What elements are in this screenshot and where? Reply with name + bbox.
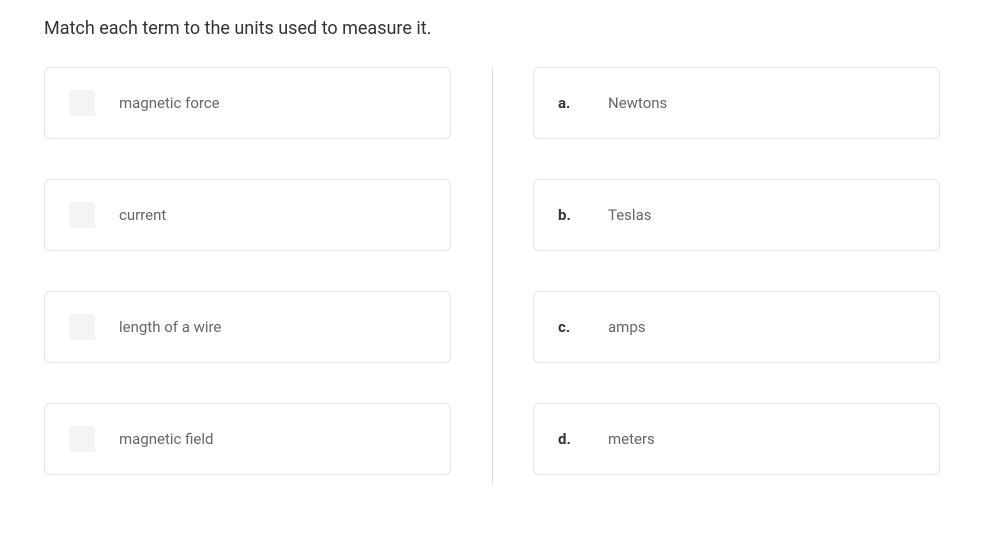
term-dropzone[interactable] xyxy=(69,90,95,116)
answers-column: a. Newtons b. Teslas c. amps d. meters xyxy=(533,67,940,475)
answer-text: Teslas xyxy=(608,206,651,224)
term-card[interactable]: magnetic force xyxy=(44,67,451,139)
matching-container: magnetic force current length of a wire … xyxy=(44,67,940,475)
answer-letter: b. xyxy=(558,206,588,224)
answer-card[interactable]: d. meters xyxy=(533,403,940,475)
term-dropzone[interactable] xyxy=(69,426,95,452)
answer-card[interactable]: a. Newtons xyxy=(533,67,940,139)
term-label: length of a wire xyxy=(119,318,221,336)
term-card[interactable]: current xyxy=(44,179,451,251)
answer-text: meters xyxy=(608,430,655,448)
answer-letter: a. xyxy=(558,94,588,112)
answer-card[interactable]: b. Teslas xyxy=(533,179,940,251)
answer-text: amps xyxy=(608,318,645,336)
term-dropzone[interactable] xyxy=(69,202,95,228)
column-divider xyxy=(492,67,493,485)
answer-card[interactable]: c. amps xyxy=(533,291,940,363)
question-prompt: Match each term to the units used to mea… xyxy=(44,18,940,39)
term-dropzone[interactable] xyxy=(69,314,95,340)
term-label: magnetic field xyxy=(119,430,213,448)
term-card[interactable]: length of a wire xyxy=(44,291,451,363)
term-label: current xyxy=(119,206,166,224)
answer-letter: d. xyxy=(558,430,588,448)
term-card[interactable]: magnetic field xyxy=(44,403,451,475)
terms-column: magnetic force current length of a wire … xyxy=(44,67,451,475)
answer-text: Newtons xyxy=(608,94,667,112)
answer-letter: c. xyxy=(558,318,588,336)
term-label: magnetic force xyxy=(119,94,220,112)
